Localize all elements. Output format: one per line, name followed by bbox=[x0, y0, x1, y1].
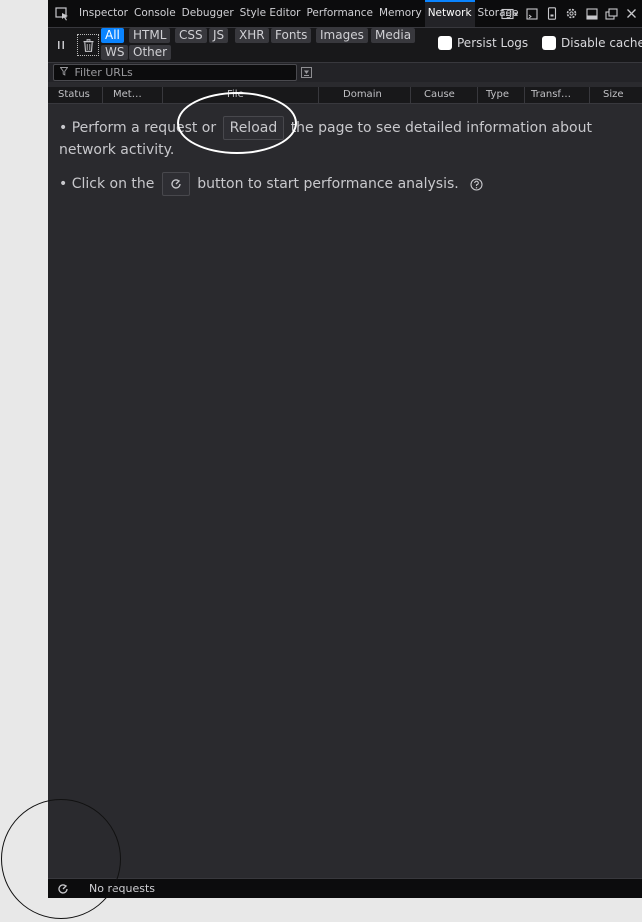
frame-select-icon[interactable] bbox=[500, 5, 520, 22]
filter-media-button[interactable]: Media bbox=[371, 28, 416, 43]
toolbox-tabs: Inspector Console Debugger Style Editor … bbox=[76, 0, 522, 27]
trash-icon[interactable] bbox=[77, 34, 99, 56]
persist-logs-label: Persist Logs bbox=[457, 36, 529, 50]
filter-xhr-button[interactable]: XHR bbox=[235, 28, 269, 43]
filter-js-button[interactable]: JS bbox=[209, 28, 229, 43]
disable-cache-label: Disable cache bbox=[561, 36, 642, 50]
toolbox-buttons bbox=[497, 0, 640, 27]
tab-debugger[interactable]: Debugger bbox=[179, 0, 237, 27]
tab-inspector[interactable]: Inspector bbox=[76, 0, 131, 27]
column-method[interactable]: Met… bbox=[102, 87, 162, 103]
tab-console[interactable]: Console bbox=[131, 0, 179, 27]
filter-icon bbox=[59, 66, 72, 79]
performance-icon[interactable] bbox=[161, 172, 190, 196]
column-file[interactable]: File bbox=[162, 87, 318, 103]
column-type[interactable]: Type bbox=[477, 87, 524, 103]
column-size[interactable]: Size bbox=[589, 87, 642, 103]
empty-notice-text: • Click on the bbox=[59, 176, 155, 192]
responsive-mode-icon[interactable] bbox=[543, 5, 560, 22]
filter-ws-button[interactable]: WS bbox=[101, 45, 129, 60]
filter-images-button[interactable]: Images bbox=[316, 28, 368, 43]
column-status[interactable]: Status bbox=[48, 87, 102, 103]
empty-notice-line1: • Perform a request or Reload the page t… bbox=[59, 116, 592, 140]
column-transferred[interactable]: Transf… bbox=[524, 87, 589, 103]
empty-notice-text: button to start performance analysis. bbox=[197, 176, 459, 192]
empty-notice-text: the page to see detailed information abo… bbox=[290, 120, 592, 136]
filter-all-button[interactable]: All bbox=[101, 28, 124, 43]
reload-button[interactable]: Reload bbox=[222, 116, 285, 140]
column-domain[interactable]: Domain bbox=[318, 87, 410, 103]
disable-cache-checkbox[interactable]: Disable cache bbox=[542, 36, 642, 50]
empty-notice-line2: • Click on the button to start performan… bbox=[59, 172, 483, 196]
status-summary: No requests bbox=[89, 882, 155, 895]
tab-style-editor[interactable]: Style Editor bbox=[237, 0, 304, 27]
tab-memory[interactable]: Memory bbox=[376, 0, 425, 27]
dock-bottom-icon[interactable] bbox=[583, 5, 600, 22]
close-icon[interactable] bbox=[623, 5, 640, 22]
filter-urls-placeholder: Filter URLs bbox=[74, 66, 133, 79]
pause-icon[interactable] bbox=[55, 38, 67, 52]
settings-icon[interactable] bbox=[563, 5, 580, 22]
toolbox-tabbar: Inspector Console Debugger Style Editor … bbox=[48, 0, 642, 28]
performance-icon[interactable] bbox=[56, 882, 70, 896]
network-toolbar: All HTML CSS JS XHR Fonts Images Media W… bbox=[48, 28, 642, 63]
tab-network[interactable]: Network bbox=[424, 0, 475, 27]
persist-logs-box[interactable] bbox=[438, 36, 452, 50]
request-list-header: Status Met… File Domain Cause Type Trans… bbox=[48, 87, 642, 104]
status-bar: No requests bbox=[48, 878, 642, 898]
disable-cache-box[interactable] bbox=[542, 36, 556, 50]
filter-options-icon[interactable] bbox=[300, 66, 312, 78]
help-icon[interactable] bbox=[469, 177, 483, 191]
filter-fonts-button[interactable]: Fonts bbox=[271, 28, 312, 43]
filter-url-row: Filter URLs bbox=[48, 63, 642, 82]
filter-html-button[interactable]: HTML bbox=[129, 28, 171, 43]
element-picker-icon[interactable] bbox=[53, 5, 71, 23]
filter-urls-input[interactable]: Filter URLs bbox=[53, 64, 297, 81]
tab-performance[interactable]: Performance bbox=[303, 0, 376, 27]
empty-notice-line1-cont: network activity. bbox=[59, 142, 175, 158]
separate-window-icon[interactable] bbox=[603, 5, 620, 22]
persist-logs-checkbox[interactable]: Persist Logs bbox=[438, 36, 528, 50]
filter-other-button[interactable]: Other bbox=[129, 45, 172, 60]
column-cause[interactable]: Cause bbox=[410, 87, 477, 103]
devtools-panel: Inspector Console Debugger Style Editor … bbox=[48, 0, 642, 898]
split-console-icon[interactable] bbox=[523, 5, 540, 22]
empty-notice-text: • Perform a request or bbox=[59, 120, 217, 136]
filter-css-button[interactable]: CSS bbox=[175, 28, 207, 43]
